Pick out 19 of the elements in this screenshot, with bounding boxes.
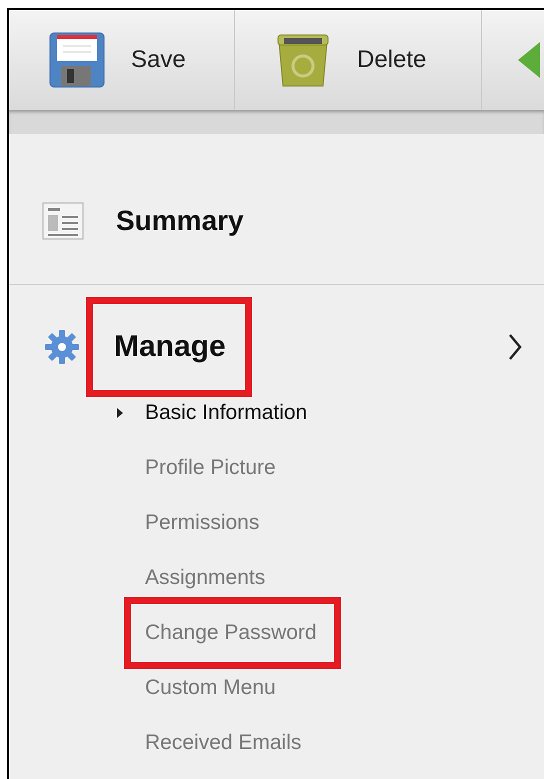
toolbar-button[interactable]: Save bbox=[9, 10, 235, 110]
document-icon bbox=[42, 202, 84, 240]
trash-bin-icon bbox=[275, 32, 331, 88]
menu-item[interactable]: Profile Picture bbox=[145, 456, 276, 478]
menu-item[interactable]: Change Password bbox=[145, 620, 317, 644]
chevron-right-icon[interactable] bbox=[508, 333, 522, 361]
section-title[interactable]: Summary bbox=[116, 205, 244, 236]
triangle-icon bbox=[117, 408, 123, 418]
arrow-icon bbox=[518, 40, 540, 80]
menu-item[interactable]: Basic Information bbox=[145, 400, 308, 424]
toolbar-button[interactable]: Delete bbox=[235, 10, 482, 110]
section-title[interactable]: Manage bbox=[114, 330, 226, 363]
menu-item[interactable]: Custom Menu bbox=[145, 676, 276, 698]
section-header[interactable]: Manage bbox=[9, 285, 544, 395]
section-header[interactable]: Summary bbox=[9, 134, 544, 284]
menu-item[interactable]: Received Emails bbox=[145, 730, 302, 754]
menu-item[interactable]: Assignments bbox=[145, 566, 266, 588]
gear-icon bbox=[45, 330, 79, 364]
menu-item[interactable]: Permissions bbox=[145, 510, 260, 534]
